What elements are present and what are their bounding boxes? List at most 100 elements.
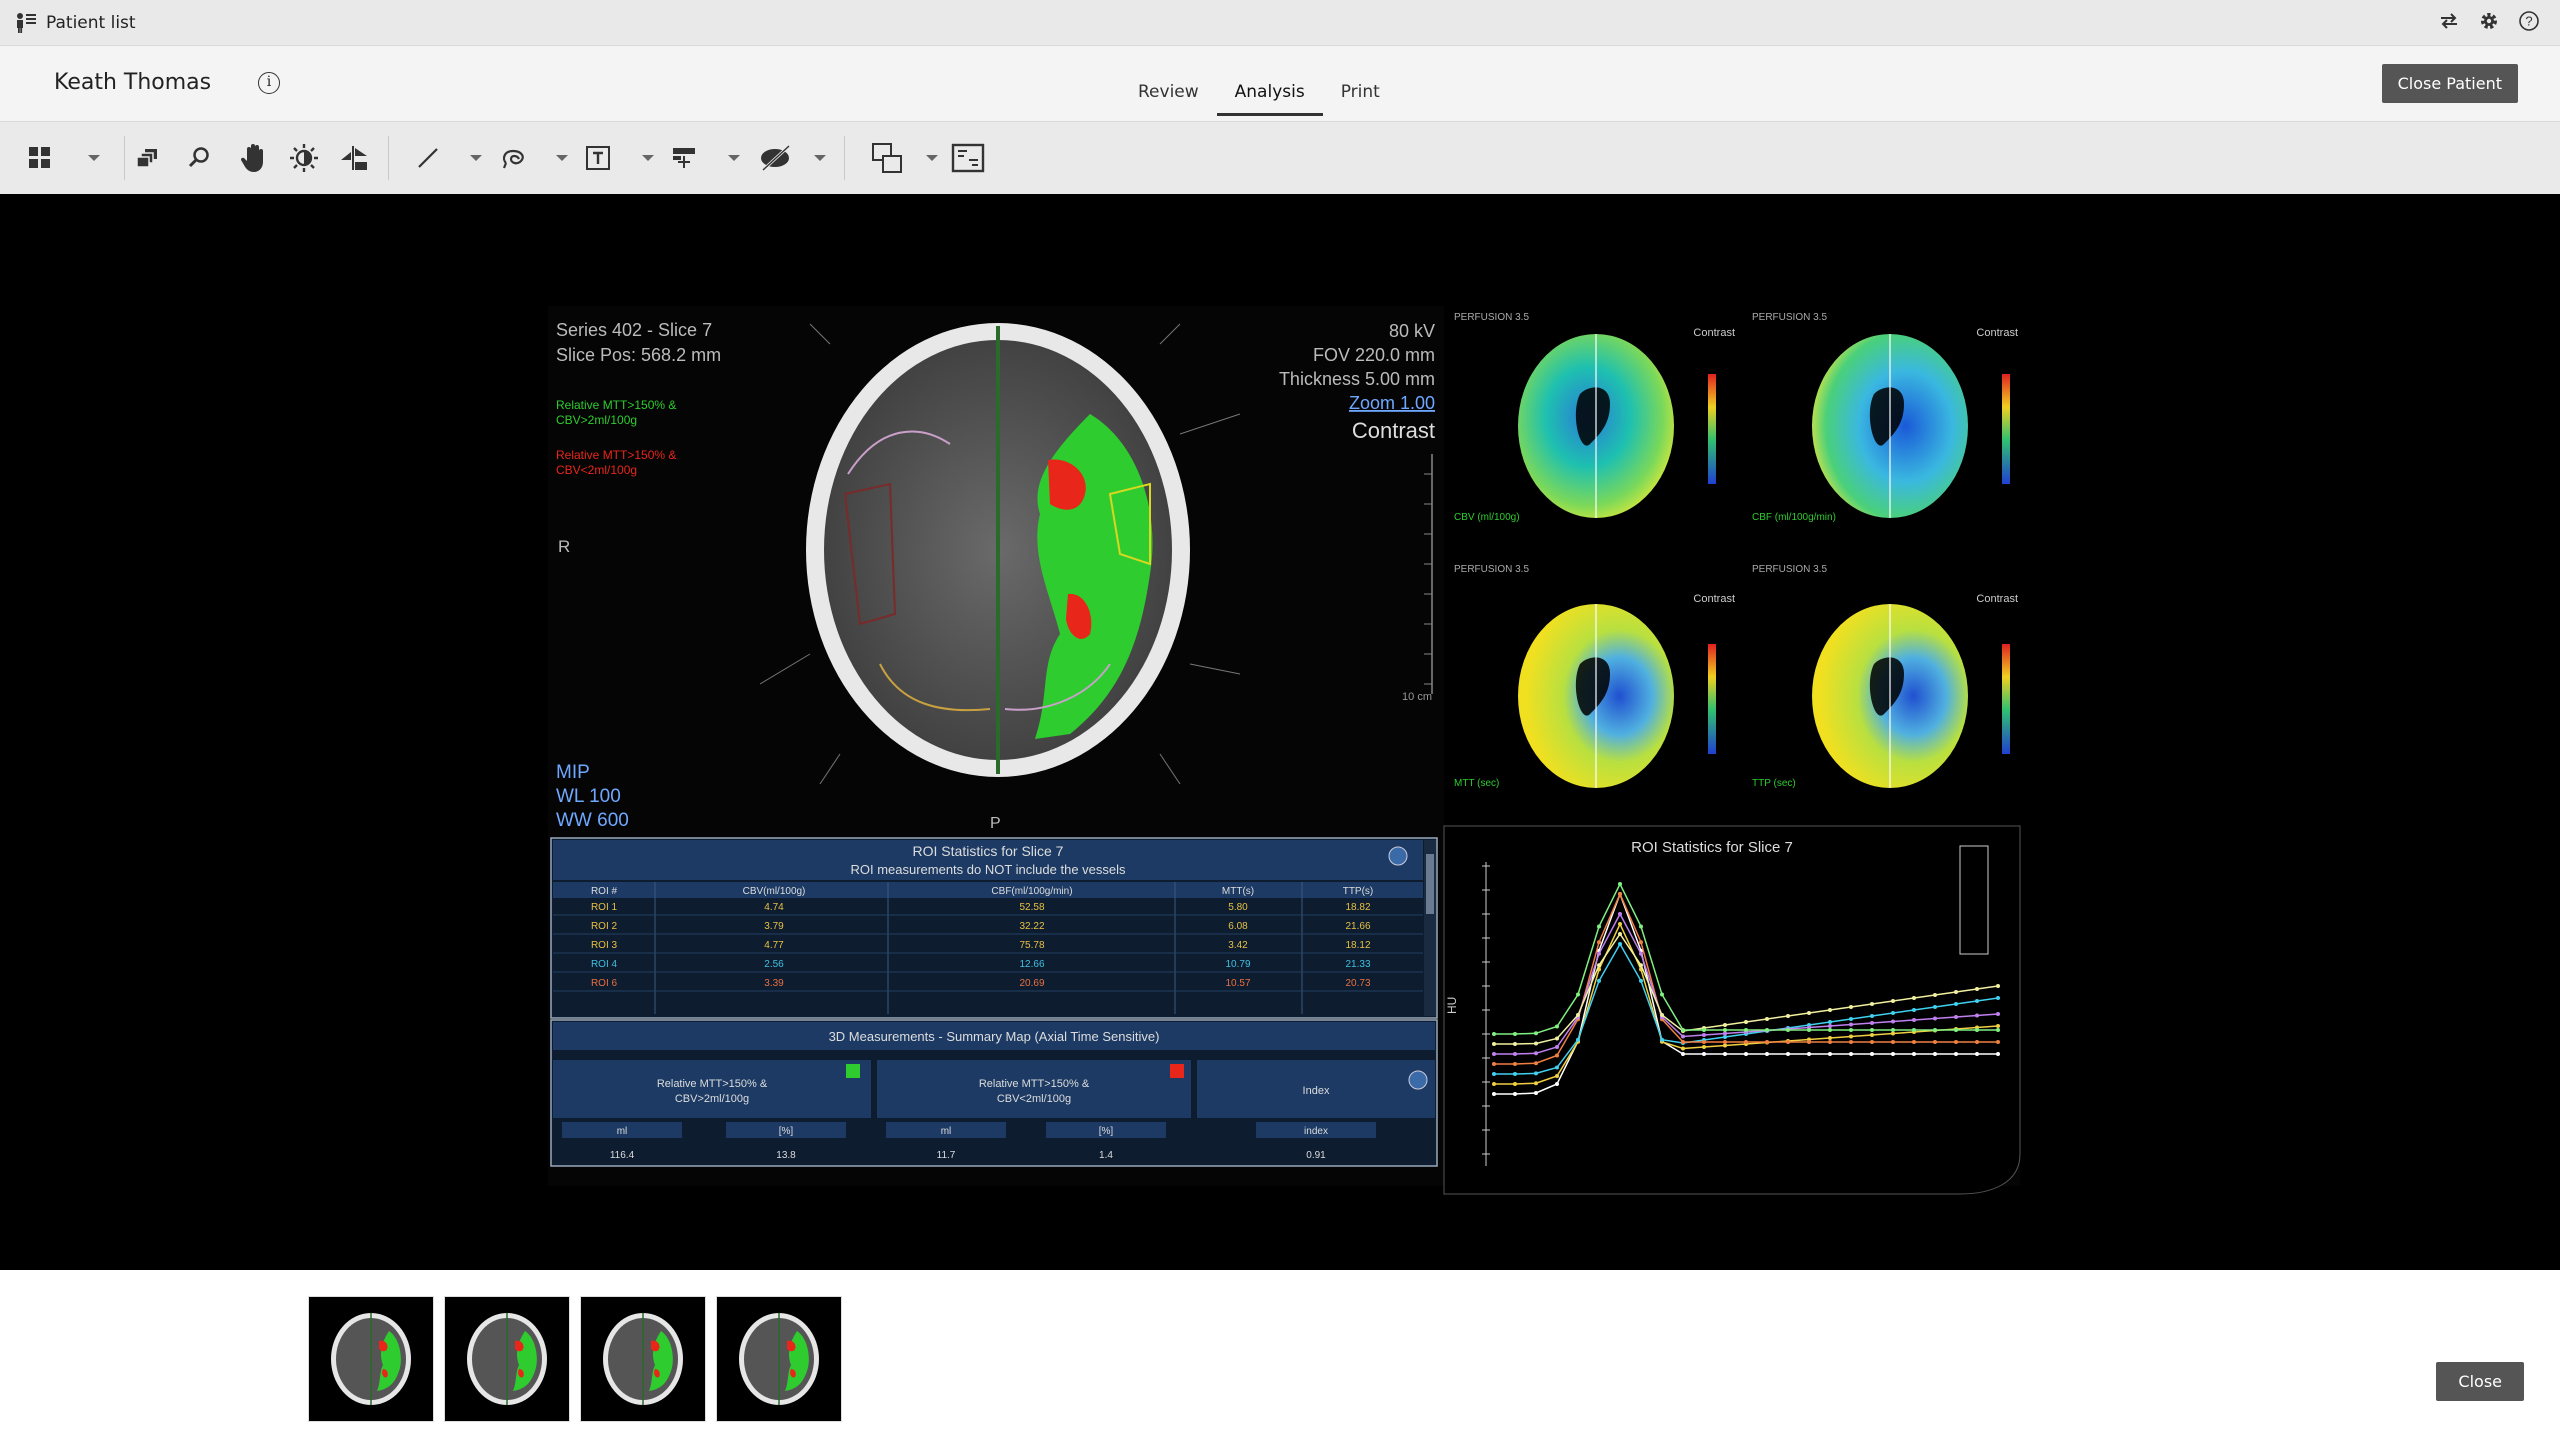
hide-overlay-icon[interactable] bbox=[758, 140, 794, 176]
legend-red-2: CBV<2ml/100g bbox=[556, 463, 637, 477]
svg-text:ROI 1: ROI 1 bbox=[591, 902, 618, 913]
summary-unit: [%] bbox=[779, 1126, 794, 1137]
roi-freehand-icon[interactable] bbox=[496, 140, 532, 176]
svg-text:10.57: 10.57 bbox=[1225, 978, 1250, 989]
close-patient-button[interactable]: Close Patient bbox=[2381, 64, 2518, 103]
orientation-right: R bbox=[558, 537, 570, 556]
roi-table-subtitle: ROI measurements do NOT include the vess… bbox=[850, 862, 1126, 877]
gear-icon[interactable] bbox=[2478, 10, 2500, 32]
flip-icon[interactable] bbox=[336, 140, 372, 176]
zoom-icon[interactable] bbox=[182, 140, 218, 176]
svg-text:ROI 4: ROI 4 bbox=[591, 959, 618, 970]
svg-text:3.79: 3.79 bbox=[764, 921, 784, 932]
marker-dropdown-caret[interactable] bbox=[728, 155, 740, 161]
chart-ylabel: HU bbox=[1445, 997, 1459, 1014]
tab-print[interactable]: Print bbox=[1323, 76, 1398, 114]
svg-text:21.66: 21.66 bbox=[1345, 921, 1370, 932]
svg-text:PERFUSION 3.5: PERFUSION 3.5 bbox=[1454, 564, 1529, 575]
svg-text:18.82: 18.82 bbox=[1345, 902, 1370, 913]
window-level-icon[interactable] bbox=[286, 140, 322, 176]
text-annotation-icon[interactable] bbox=[580, 140, 616, 176]
patient-list-link[interactable]: Patient list bbox=[14, 11, 136, 35]
compare-icon[interactable] bbox=[870, 140, 906, 176]
toolbar-divider bbox=[844, 136, 845, 180]
svg-text:Contrast: Contrast bbox=[1693, 327, 1735, 339]
layout-dropdown-caret[interactable] bbox=[88, 155, 100, 161]
svg-text:12.66: 12.66 bbox=[1019, 959, 1044, 970]
thumbnail-4[interactable] bbox=[716, 1296, 842, 1422]
contrast-text: Contrast bbox=[1352, 418, 1435, 443]
summary-unit: index bbox=[1304, 1126, 1328, 1137]
svg-text:ROI 6: ROI 6 bbox=[591, 978, 618, 989]
thumbnail-2[interactable] bbox=[444, 1296, 570, 1422]
compare-dropdown-caret[interactable] bbox=[926, 155, 938, 161]
svg-text:6.08: 6.08 bbox=[1228, 921, 1248, 932]
summary-unit: ml bbox=[941, 1126, 952, 1137]
measure-dropdown-caret[interactable] bbox=[470, 155, 482, 161]
toolbar-divider bbox=[124, 136, 125, 180]
time-density-chart: ROI Statistics for Slice 7 HU bbox=[1443, 825, 2021, 1195]
svg-text:2.56: 2.56 bbox=[764, 959, 784, 970]
summary-unit: ml bbox=[617, 1126, 628, 1137]
image-viewport[interactable]: Series 402 - Slice 7 Slice Pos: 568.2 mm… bbox=[0, 194, 2560, 1270]
svg-text:PERFUSION 3.5: PERFUSION 3.5 bbox=[1752, 312, 1827, 323]
perfusion-maps: PERFUSION 3.5 PERFUSION 3.5 PERFUSION 3.… bbox=[1444, 306, 2020, 826]
summary-measurements: 3D Measurements - Summary Map (Axial Tim… bbox=[550, 1019, 1438, 1167]
svg-text:CBF(ml/100g/min): CBF(ml/100g/min) bbox=[991, 886, 1072, 897]
svg-text:20.69: 20.69 bbox=[1019, 978, 1044, 989]
tab-analysis[interactable]: Analysis bbox=[1216, 76, 1323, 116]
summary-value: 11.7 bbox=[937, 1150, 956, 1161]
transfer-icon[interactable] bbox=[2438, 10, 2460, 32]
close-button[interactable]: Close bbox=[2436, 1362, 2524, 1401]
thumbnail-strip: Close bbox=[0, 1270, 2560, 1440]
svg-text:32.22: 32.22 bbox=[1019, 921, 1044, 932]
pan-hand-icon[interactable] bbox=[236, 140, 272, 176]
thumbnail-3[interactable] bbox=[580, 1296, 706, 1422]
line-measure-icon[interactable] bbox=[410, 140, 446, 176]
roi-table-header: ROI # CBV(ml/100g) CBF(ml/100g/min) MTT(… bbox=[553, 882, 1423, 898]
patient-header: Keath Thomas i Review Analysis Print Clo… bbox=[0, 46, 2560, 121]
summary-unit: [%] bbox=[1099, 1126, 1114, 1137]
tab-review[interactable]: Review bbox=[1120, 76, 1217, 114]
mip-label: MIP bbox=[556, 762, 590, 783]
wl-label: WL 100 bbox=[556, 786, 621, 807]
chart-title: ROI Statistics for Slice 7 bbox=[1631, 839, 1793, 856]
patient-list-icon bbox=[17, 12, 36, 33]
map-label-ttp: TTP (sec) bbox=[1752, 778, 1796, 789]
svg-text:CBV(ml/100g): CBV(ml/100g) bbox=[743, 886, 806, 897]
top-bar: Patient list ? bbox=[0, 0, 2560, 46]
patient-name: Keath Thomas bbox=[54, 70, 212, 95]
map-label-cbv: CBV (ml/100g) bbox=[1454, 512, 1520, 523]
layout-grid-icon[interactable] bbox=[22, 140, 58, 176]
overlay-dropdown-caret[interactable] bbox=[814, 155, 826, 161]
summary-value: 13.8 bbox=[776, 1150, 796, 1161]
help-icon[interactable]: ? bbox=[2518, 10, 2540, 32]
thumbnail-brain-image bbox=[331, 1313, 411, 1405]
orientation-posterior: P bbox=[990, 815, 1001, 832]
svg-text:3.39: 3.39 bbox=[764, 978, 784, 989]
svg-text:3.42: 3.42 bbox=[1228, 940, 1248, 951]
text-dropdown-caret[interactable] bbox=[642, 155, 654, 161]
marker-icon[interactable] bbox=[666, 140, 702, 176]
fov-text: FOV 220.0 mm bbox=[1313, 345, 1435, 365]
stack-icon[interactable] bbox=[130, 140, 166, 176]
svg-text:CBV>2ml/100g: CBV>2ml/100g bbox=[675, 1093, 749, 1105]
svg-text:20.73: 20.73 bbox=[1345, 978, 1370, 989]
image-info-icon[interactable] bbox=[950, 140, 986, 176]
svg-text:Contrast: Contrast bbox=[1693, 593, 1735, 605]
thumbnail-brain-image bbox=[739, 1313, 819, 1405]
legend-red: Relative MTT>150% & bbox=[556, 448, 676, 462]
svg-text:4.77: 4.77 bbox=[764, 940, 784, 951]
svg-text:ROI 3: ROI 3 bbox=[591, 940, 618, 951]
info-icon[interactable]: i bbox=[258, 72, 280, 94]
svg-text:PERFUSION 3.5: PERFUSION 3.5 bbox=[1454, 312, 1529, 323]
svg-text:52.58: 52.58 bbox=[1019, 902, 1044, 913]
roi-statistics-table: ROI Statistics for Slice 7 ROI measureme… bbox=[550, 837, 1438, 1019]
svg-text:?: ? bbox=[2525, 14, 2532, 29]
roi-dropdown-caret[interactable] bbox=[556, 155, 568, 161]
svg-text:Relative MTT>150% &: Relative MTT>150% & bbox=[657, 1078, 768, 1090]
svg-text:10.79: 10.79 bbox=[1225, 959, 1250, 970]
legend-green-2: CBV>2ml/100g bbox=[556, 413, 637, 427]
thumbnail-1[interactable] bbox=[308, 1296, 434, 1422]
svg-text:5.80: 5.80 bbox=[1228, 902, 1248, 913]
